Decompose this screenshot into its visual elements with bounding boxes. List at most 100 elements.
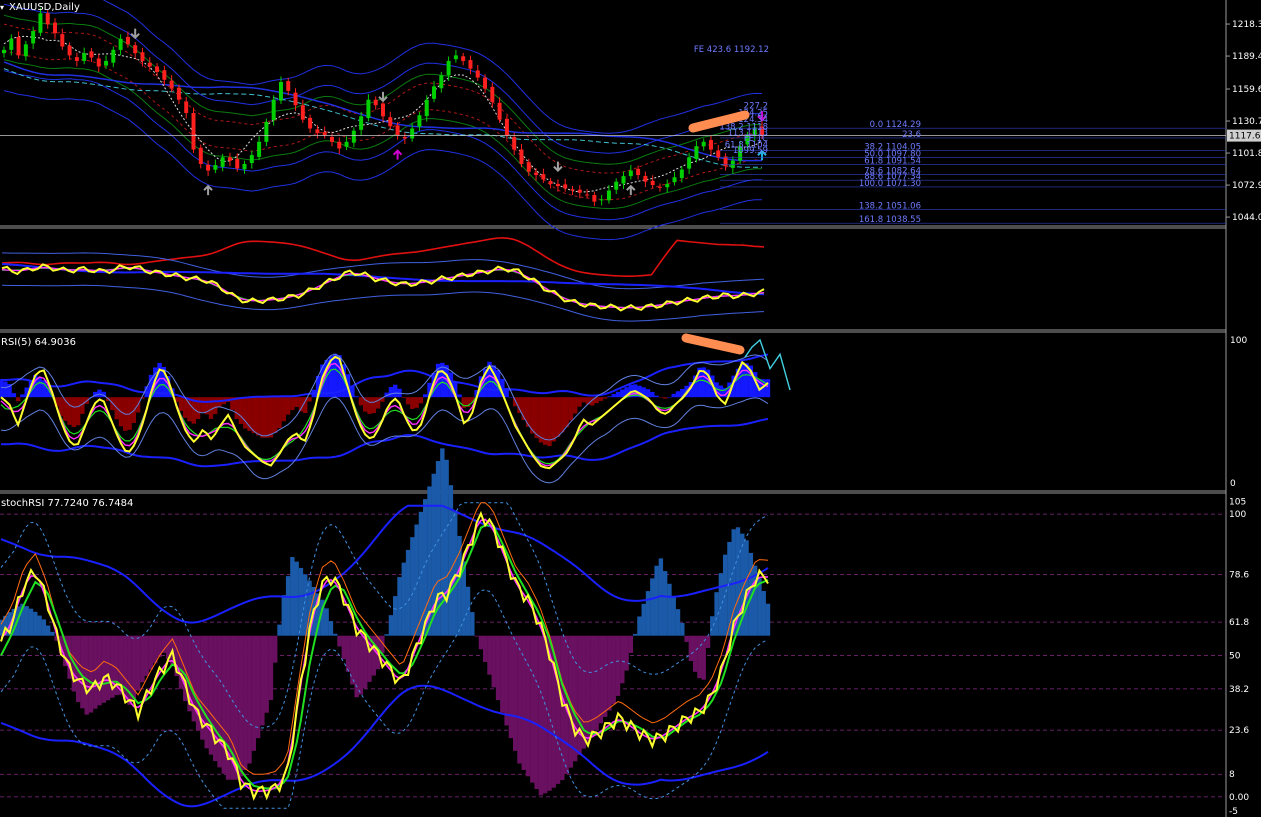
candle-body (227, 157, 232, 161)
rsi-histogram-bar (213, 397, 218, 415)
stoch-histogram-bar (88, 635, 94, 713)
stoch-histogram-bar (358, 635, 364, 695)
stoch-histogram-bar (101, 635, 107, 703)
rsi-histogram-bar (560, 397, 565, 433)
stoch-tick-label: 61.8 (1229, 618, 1249, 628)
rsi-histogram-bar (37, 377, 42, 398)
candle-body (300, 105, 305, 120)
rsi-histogram-bar (650, 391, 655, 398)
stoch-histogram-bar (303, 574, 308, 636)
candle-body (125, 37, 130, 45)
rsi-histogram-bar (388, 387, 394, 398)
fib-level-label: 100.0 1071.30 (859, 179, 921, 189)
stoch-histogram-bar (148, 635, 154, 670)
stoch-histogram-bar (50, 631, 55, 636)
stoch-histogram-bar (628, 635, 634, 653)
candle-body (679, 169, 684, 179)
stoch-histogram-bar (217, 635, 222, 768)
stoch-histogram-bar (538, 635, 544, 796)
rsi-histogram-bar (401, 397, 406, 398)
candle-body (534, 172, 539, 176)
stoch-tick-label: 50 (1229, 652, 1241, 662)
rsi-histogram-bar (547, 397, 552, 447)
candle-body (286, 81, 291, 91)
rsi-histogram-bar (534, 397, 539, 439)
candle-body (519, 149, 524, 164)
candle-body (155, 66, 160, 73)
stoch-histogram-bar (401, 562, 406, 636)
stoch-histogram-bar (757, 578, 762, 636)
candle-body (461, 56, 466, 61)
stoch-histogram-bar (534, 635, 539, 790)
rsi-histogram-bar (67, 397, 72, 425)
stoch-histogram-bar (135, 635, 141, 691)
candle-body (220, 157, 225, 167)
rsi-histogram-bar (645, 389, 651, 398)
candle-body (104, 60, 109, 66)
stoch-tick-label: 100 (1229, 510, 1246, 520)
candle-body (504, 118, 509, 136)
candle-body (570, 189, 575, 191)
rsi-histogram-bar (217, 397, 222, 408)
candle-body (388, 117, 393, 127)
stoch-histogram-bar (641, 603, 646, 636)
stoch-histogram-bar (688, 635, 694, 662)
rsi-histogram-bar (187, 397, 192, 422)
trading-chart[interactable]: 0.0 1124.2923.638.2 1104.0550.0 1097.806… (0, 0, 1261, 817)
price-tick-label: 1101.85 (1232, 149, 1261, 159)
rsi-histogram-bar (354, 396, 359, 398)
stoch-tick-label: -5 (1229, 807, 1238, 817)
stoch-histogram-bar (294, 561, 299, 636)
stoch-histogram-bar (491, 635, 496, 688)
stoch-histogram-bar (341, 635, 346, 660)
candle-body (67, 45, 72, 56)
candle-body (643, 175, 648, 182)
stoch-histogram-bar (333, 633, 338, 636)
rsi-histogram-bar (568, 397, 574, 421)
candle-body (60, 34, 65, 47)
stoch-histogram-bar (281, 595, 287, 636)
stoch-histogram-bar (153, 635, 158, 664)
stoch-histogram-bar (697, 635, 702, 679)
rsi-histogram-bar (598, 397, 604, 401)
candle-body (599, 199, 604, 201)
rsi-histogram-bar (281, 397, 287, 422)
rsi-histogram-bar (577, 397, 582, 407)
candle-body (74, 57, 79, 61)
candle-body (614, 181, 619, 190)
stoch-histogram-bar (393, 596, 398, 636)
chart-menu-arrow-icon[interactable]: ▾ (0, 3, 4, 12)
price-tick-label: 1072.95 (1232, 181, 1261, 191)
fib-level-label: 161.8 1038.55 (859, 215, 921, 225)
candle-body (140, 52, 145, 61)
stoch-histogram-bar (521, 635, 526, 770)
stoch-tick-label: 38.2 (1229, 685, 1249, 695)
candle-body (89, 51, 94, 58)
candle-body (235, 158, 240, 169)
rsi-histogram-bar (255, 397, 261, 436)
price-tick-label: 1044.05 (1232, 213, 1261, 223)
candle-body (206, 164, 211, 171)
stoch-histogram-bar (238, 635, 244, 777)
candle-body (242, 163, 247, 170)
candle-body (337, 141, 342, 149)
stoch-rsi-label: stochRSI 77.7240 76.7484 (1, 498, 133, 509)
rsi-histogram-bar (294, 397, 299, 407)
rsi-histogram-bar (20, 394, 25, 398)
candle-body (271, 99, 276, 121)
stoch-histogram-bar (680, 622, 685, 636)
stoch-histogram-bar (80, 635, 85, 709)
stoch-histogram-bar (474, 635, 479, 637)
stoch-histogram-bar (684, 635, 689, 642)
candle-body (169, 80, 174, 89)
candle-body (541, 174, 546, 180)
stoch-histogram-bar (637, 616, 642, 636)
rsi-label: RSI(5) 64.9036 (1, 337, 76, 348)
stoch-histogram-bar (470, 612, 475, 636)
rsi-histogram-bar (200, 397, 205, 413)
candle-body (475, 70, 480, 78)
stoch-histogram-bar (671, 596, 676, 636)
candle-body (2, 49, 6, 54)
rsi-histogram-bar (367, 397, 372, 414)
stoch-histogram-bar (350, 635, 355, 685)
